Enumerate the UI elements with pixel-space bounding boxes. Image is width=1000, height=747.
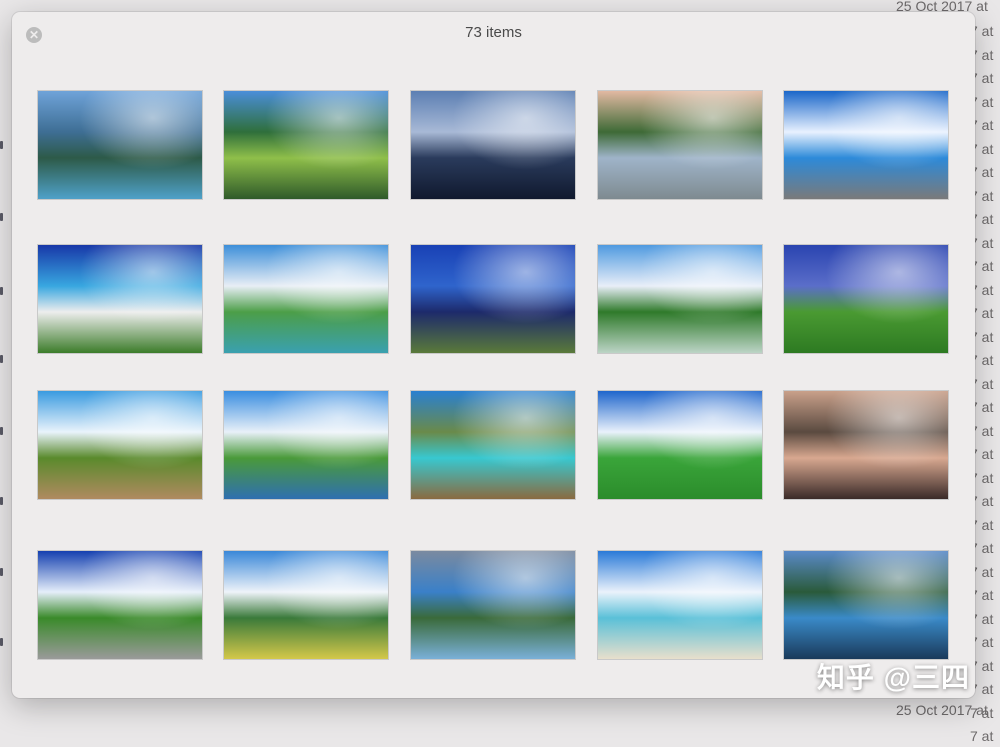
- list-marker: [0, 638, 3, 646]
- quick-look-window: ✕ 73 items: [12, 12, 975, 698]
- window-title: 73 items: [465, 24, 522, 41]
- list-marker: [0, 213, 3, 221]
- list-marker: [0, 427, 3, 435]
- list-marker: [0, 497, 3, 505]
- thumbnail-tropical-palms[interactable]: [597, 244, 763, 354]
- list-marker: [0, 355, 3, 363]
- background-list-row: 7 at: [970, 704, 994, 721]
- thumbnail-cloudy-lake[interactable]: [410, 550, 576, 660]
- list-marker: [0, 287, 3, 295]
- thumbnail-blue-sky-meadow[interactable]: [597, 390, 763, 500]
- thumbnail-beach-palms[interactable]: [597, 550, 763, 660]
- list-marker: [0, 568, 3, 576]
- thumbnail-mountain-river[interactable]: [783, 550, 949, 660]
- thumbnail-green-hills-lake[interactable]: [223, 244, 389, 354]
- thumbnail-sunset-trees-lake[interactable]: [783, 390, 949, 500]
- background-list-row: 7 at: [970, 728, 994, 744]
- thumbnail-tree-coast[interactable]: [223, 390, 389, 500]
- thumbnail-country-road[interactable]: [37, 550, 203, 660]
- thumbnail-mountain-lake-reflection[interactable]: [37, 90, 203, 200]
- thumbnail-dusk-lake-rocks[interactable]: [410, 90, 576, 200]
- thumbnail-trees-green-grass[interactable]: [783, 244, 949, 354]
- thumbnail-blue-lake-trees[interactable]: [410, 244, 576, 354]
- list-marker: [0, 141, 3, 149]
- thumbnail-lagoon-hut[interactable]: [410, 390, 576, 500]
- thumbnail-snow-mountain-lake[interactable]: [597, 90, 763, 200]
- watermark-text: 知乎 @三四: [816, 662, 970, 693]
- thumbnail-lily-pad-lake[interactable]: [223, 90, 389, 200]
- thumbnail-cloud-reflection-pier[interactable]: [783, 90, 949, 200]
- background-list-edge: [0, 0, 6, 718]
- thumbnail-boardwalk-beach[interactable]: [37, 390, 203, 500]
- thumbnail-palm-beach[interactable]: [37, 244, 203, 354]
- thumbnail-mountain-meadow[interactable]: [223, 550, 389, 660]
